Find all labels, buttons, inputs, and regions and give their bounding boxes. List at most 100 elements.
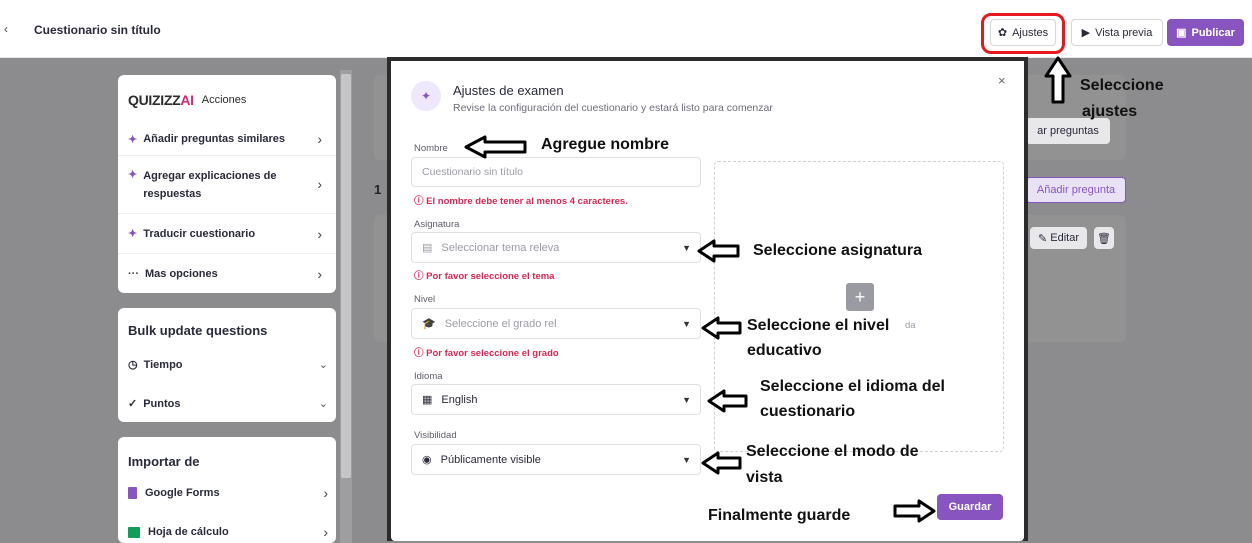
- preview-button[interactable]: ▶ Vista previa: [1071, 19, 1163, 46]
- annotation-select-language-2: cuestionario: [760, 403, 856, 420]
- chevron-right-icon: ›: [317, 225, 322, 242]
- ai-actions-card: QUIZIZZAI Acciones ✦ Añadir preguntas si…: [118, 75, 336, 293]
- add-question-button[interactable]: Añadir pregunta: [1026, 177, 1126, 203]
- language-value: English: [441, 393, 478, 406]
- action-add-explanations[interactable]: ✦ Agregar explicaciones de respuestas ›: [118, 155, 336, 213]
- import-title: Importar de: [128, 454, 200, 469]
- graduation-cap-icon: 🎓: [422, 318, 436, 330]
- annotation-select-level-1: Seleccione el nivel: [747, 317, 890, 334]
- delete-button[interactable]: 🗑: [1094, 227, 1114, 249]
- eye-icon: ◉: [422, 454, 432, 466]
- import-card: Importar de Google Forms › Hoja de cálcu…: [118, 437, 336, 543]
- import-item-label: Google Forms: [145, 487, 220, 499]
- level-label: Nivel: [414, 294, 436, 305]
- arrow-right-icon: [893, 499, 936, 523]
- quizizz-logo: QUIZIZZAI: [128, 92, 194, 108]
- pencil-icon: ✎: [1037, 232, 1048, 245]
- action-label: Agregar explicaciones de respuestas: [143, 170, 277, 200]
- visibility-select[interactable]: ◉ Públicamente visible ▼: [411, 444, 701, 475]
- bulk-item-time[interactable]: ◷ Tiempo ⌄: [128, 358, 328, 372]
- import-google-forms[interactable]: Google Forms ›: [128, 485, 328, 501]
- spreadsheet-icon: [128, 526, 140, 538]
- level-error: ⓘ Por favor seleccione el grado: [414, 345, 559, 359]
- language-select[interactable]: ▦ English ▼: [411, 384, 701, 415]
- error-icon: ⓘ: [414, 196, 424, 207]
- add-question-label: Añadir pregunta: [1036, 184, 1116, 196]
- arrow-up-icon: [1044, 56, 1072, 104]
- add-image-button[interactable]: +: [846, 283, 874, 311]
- dropzone-text: da: [905, 320, 916, 331]
- chevron-right-icon: ›: [323, 524, 328, 540]
- modal-title: Ajustes de examen: [453, 83, 564, 98]
- name-error: ⓘ El nombre debe tener al menos 4 caract…: [414, 193, 628, 207]
- language-icon: ▦: [422, 394, 433, 406]
- sidebar-scroll-thumb[interactable]: [341, 74, 351, 478]
- edit-button[interactable]: ✎ Editar: [1030, 227, 1087, 249]
- action-label: Mas opciones: [145, 267, 218, 280]
- chevron-right-icon: ›: [317, 265, 322, 282]
- import-spreadsheet[interactable]: Hoja de cálculo ›: [128, 524, 328, 540]
- level-placeholder: Seleccione el grado rel: [444, 317, 557, 330]
- publish-button-label: Publicar: [1191, 26, 1235, 39]
- sparkle-icon: ✦: [128, 228, 138, 240]
- annotation-select-level-2: educativo: [747, 342, 822, 359]
- language-label: Idioma: [414, 371, 443, 382]
- annotation-select-settings-2: ajustes: [1082, 103, 1138, 120]
- chevron-down-icon: ⌄: [318, 359, 328, 371]
- bulk-item-label: Puntos: [143, 397, 181, 410]
- annotation-add-name: Agregue nombre: [541, 136, 670, 153]
- google-forms-icon: [128, 487, 137, 499]
- quiz-title[interactable]: Cuestionario sin título: [34, 23, 161, 37]
- action-more-options[interactable]: ··· Mas opciones ›: [118, 253, 336, 293]
- preview-button-label: Vista previa: [1095, 26, 1153, 39]
- book-icon: ▤: [422, 242, 433, 254]
- annotation-select-settings-1: Seleccione: [1080, 77, 1164, 94]
- publish-button[interactable]: ▣ Publicar: [1167, 19, 1244, 46]
- action-add-similar-questions[interactable]: ✦ Añadir preguntas similares ›: [118, 123, 336, 155]
- annotation-select-view-2: vista: [746, 469, 783, 486]
- sparkle-icon: ✦: [128, 133, 138, 146]
- edit-label: Editar: [1050, 232, 1080, 244]
- arrow-left-icon: [701, 451, 742, 475]
- arrow-left-icon: [701, 316, 742, 340]
- subject-error: ⓘ Por favor seleccione el tema: [414, 268, 554, 282]
- action-label: Traducir cuestionario: [143, 227, 256, 240]
- bulk-update-title: Bulk update questions: [128, 323, 268, 338]
- bulk-item-points[interactable]: ✓ Puntos ⌄: [128, 397, 328, 411]
- name-input[interactable]: Cuestionario sin título: [411, 157, 701, 187]
- import-item-label: Hoja de cálculo: [148, 526, 229, 538]
- settings-highlight-box: [981, 13, 1065, 54]
- visibility-label: Visibilidad: [414, 430, 457, 441]
- chevron-right-icon: ›: [323, 485, 328, 501]
- chevron-down-icon: ⌄: [318, 398, 328, 410]
- ellipsis-icon: ···: [128, 267, 139, 280]
- caret-down-icon: ▼: [682, 242, 691, 253]
- name-label: Nombre: [414, 143, 448, 154]
- annotation-select-view-1: Seleccione el modo de: [746, 443, 919, 460]
- arrow-left-icon: [707, 389, 748, 413]
- name-error-text: El nombre debe tener al menos 4 caracter…: [426, 196, 628, 207]
- play-icon: ▶: [1081, 27, 1091, 39]
- action-translate-quiz[interactable]: ✦ Traducir cuestionario ›: [118, 213, 336, 253]
- actions-heading: Acciones: [201, 94, 247, 106]
- subject-error-text: Por favor seleccione el tema: [426, 271, 555, 282]
- brand: QUIZIZZAI Acciones: [128, 92, 246, 108]
- save-disk-icon: ▣: [1176, 27, 1187, 39]
- name-placeholder: Cuestionario sin título: [422, 166, 523, 178]
- clock-icon: ◷: [128, 359, 138, 371]
- back-button[interactable]: ‹: [4, 22, 8, 36]
- save-button[interactable]: Guardar: [937, 494, 1003, 520]
- error-icon: ⓘ: [414, 271, 424, 282]
- arrow-left-icon: [464, 135, 527, 159]
- check-icon: ✓: [128, 398, 138, 410]
- close-icon[interactable]: ×: [998, 73, 1006, 88]
- action-label: Añadir preguntas similares: [143, 133, 286, 145]
- annotation-select-language-1: Seleccione el idioma del: [760, 378, 945, 395]
- subject-select[interactable]: ▤ Seleccionar tema releva ▼: [411, 232, 701, 263]
- annotation-finally-save: Finalmente guarde: [708, 507, 851, 524]
- subject-label: Asignatura: [414, 219, 460, 230]
- sparkle-icon: ✦: [411, 81, 441, 111]
- level-select[interactable]: 🎓 Seleccione el grado rel ▼: [411, 308, 701, 339]
- visibility-value: Públicamente visible: [440, 453, 541, 466]
- arrow-left-icon: [697, 239, 740, 263]
